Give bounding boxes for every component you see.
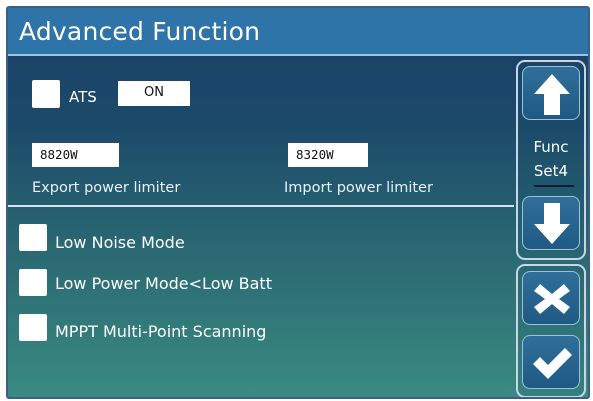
confirm-button[interactable] [522,335,580,389]
arrow-up-icon [534,74,570,115]
arrow-down-icon [534,203,570,244]
mppt-scanning-label: MPPT Multi-Point Scanning [55,322,267,341]
title-bar: Advanced Function [8,8,588,56]
export-power-limiter-label: Export power limiter [32,180,181,196]
export-power-limiter-field[interactable]: 8820W [32,143,119,167]
import-power-limiter-field[interactable]: 8320W [288,143,368,167]
ats-value-field[interactable]: ON [118,81,190,106]
func-set-underline [534,185,574,187]
section-divider [8,205,514,207]
check-icon [533,348,572,379]
mppt-scanning-checkbox[interactable] [19,314,47,341]
ats-checkbox[interactable] [32,80,60,108]
cancel-button[interactable] [522,271,580,325]
page-title: Advanced Function [19,17,261,46]
low-power-mode-checkbox[interactable] [19,269,47,296]
page-down-button[interactable] [522,196,580,250]
func-set-label-line2: Set4 [533,162,569,180]
page-up-button[interactable] [522,66,580,120]
func-set-label-line1: Func [533,138,569,156]
low-noise-mode-checkbox[interactable] [19,224,47,251]
ats-label: ATS [69,88,97,106]
low-power-mode-label: Low Power Mode<Low Batt [55,274,272,293]
advanced-function-screen: Advanced Function ATS ON 8820W Export po… [6,6,590,399]
close-icon [534,284,570,314]
import-power-limiter-label: Import power limiter [284,180,433,196]
low-noise-mode-label: Low Noise Mode [55,233,185,252]
